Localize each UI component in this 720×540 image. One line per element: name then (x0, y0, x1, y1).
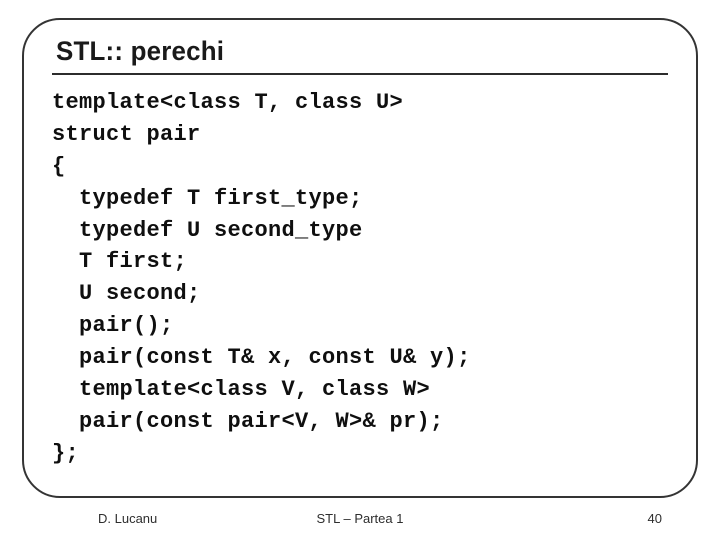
page-number: 40 (648, 511, 662, 526)
footer-author: D. Lucanu (98, 511, 157, 526)
slide: STL:: perechi template<class T, class U>… (0, 0, 720, 540)
code-block: template<class T, class U> struct pair {… (52, 87, 668, 470)
slide-title: STL:: perechi (56, 36, 644, 67)
footer-title: STL – Partea 1 (317, 511, 404, 526)
content-frame: STL:: perechi template<class T, class U>… (22, 18, 698, 498)
title-rule (52, 73, 668, 75)
footer: D. Lucanu STL – Partea 1 40 (0, 506, 720, 526)
